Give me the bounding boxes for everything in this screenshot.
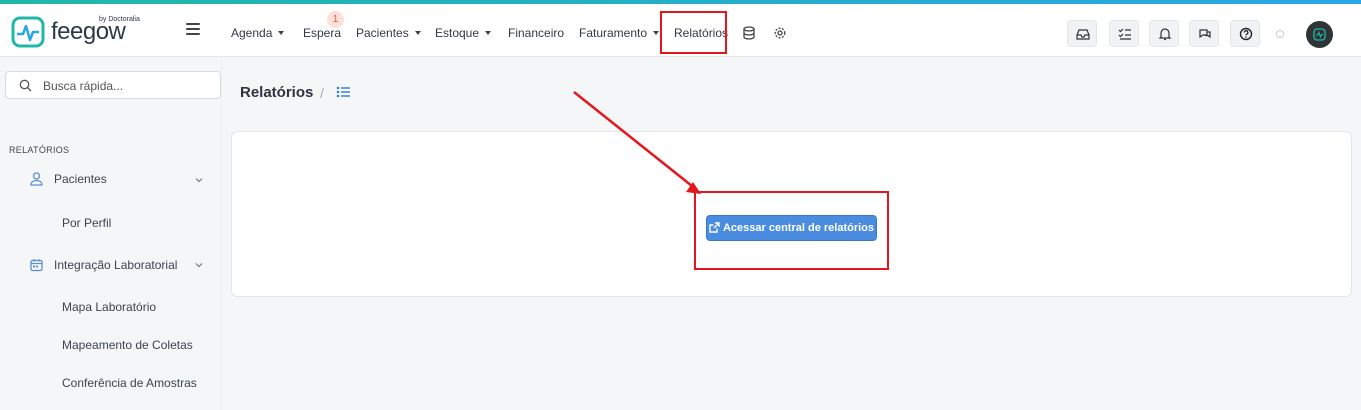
relatorios-highlight-box — [660, 11, 727, 54]
tasks-icon — [1118, 28, 1131, 40]
nav-agenda[interactable]: Agenda — [231, 26, 285, 40]
nav-pacientes[interactable]: Pacientes — [356, 26, 421, 40]
gear-icon[interactable] — [773, 26, 787, 40]
calendar-icon — [30, 259, 43, 272]
status-indicator — [1276, 30, 1284, 38]
chat-icon — [1199, 29, 1211, 39]
messages-button[interactable] — [1189, 20, 1219, 47]
top-header: feegow by Doctoralia Agenda Espera 1 Pac… — [0, 4, 1361, 57]
espera-count-badge: 1 — [327, 11, 344, 28]
chevron-down-icon[interactable] — [195, 176, 203, 184]
tasks-button[interactable] — [1109, 20, 1139, 47]
user-avatar-icon — [1313, 28, 1326, 41]
caret-down-icon — [653, 31, 660, 35]
nav-faturamento[interactable]: Faturamento — [579, 26, 660, 40]
nav-financeiro[interactable]: Financeiro — [508, 26, 564, 40]
caret-down-icon — [278, 31, 285, 35]
database-icon[interactable] — [742, 26, 756, 40]
page-title: Relatórios — [240, 84, 314, 101]
brand-logo[interactable]: feegow by Doctoralia — [11, 14, 141, 50]
caret-down-icon — [485, 31, 492, 35]
nav-espera[interactable]: Espera — [303, 26, 341, 40]
search-input[interactable] — [43, 76, 213, 96]
list-icon[interactable] — [336, 86, 351, 98]
breadcrumb-separator: / — [320, 85, 324, 101]
chevron-down-icon[interactable] — [195, 261, 203, 269]
sidebar-item-mapa-laboratorio[interactable]: Mapa Laboratório — [62, 300, 156, 314]
quick-search[interactable] — [5, 71, 221, 99]
sidebar-item-mapeamento-coletas[interactable]: Mapeamento de Coletas — [62, 338, 193, 352]
nav-estoque[interactable]: Estoque — [435, 26, 492, 40]
user-avatar[interactable] — [1306, 21, 1333, 48]
inbox-button[interactable] — [1067, 20, 1097, 47]
sidebar-item-por-perfil[interactable]: Por Perfil — [62, 216, 111, 230]
sidebar-item-conferencia-amostras[interactable]: Conferência de Amostras — [62, 376, 197, 390]
search-icon — [19, 79, 32, 92]
inbox-icon — [1076, 29, 1090, 40]
caret-down-icon — [414, 31, 421, 35]
feegow-logo-icon — [11, 16, 45, 48]
cta-highlight-box — [694, 191, 889, 270]
bell-icon — [1158, 28, 1172, 41]
brand-subtitle: by Doctoralia — [99, 16, 140, 23]
section-title-relatorios: RELATÓRIOS — [9, 145, 70, 155]
menu-icon[interactable] — [186, 23, 200, 35]
help-icon — [1239, 27, 1253, 41]
user-icon — [30, 172, 43, 186]
notifications-button[interactable] — [1149, 20, 1179, 47]
help-button[interactable] — [1230, 20, 1260, 47]
sidebar: RELATÓRIOS Pacientes Por Perfil Integraç… — [0, 57, 222, 410]
